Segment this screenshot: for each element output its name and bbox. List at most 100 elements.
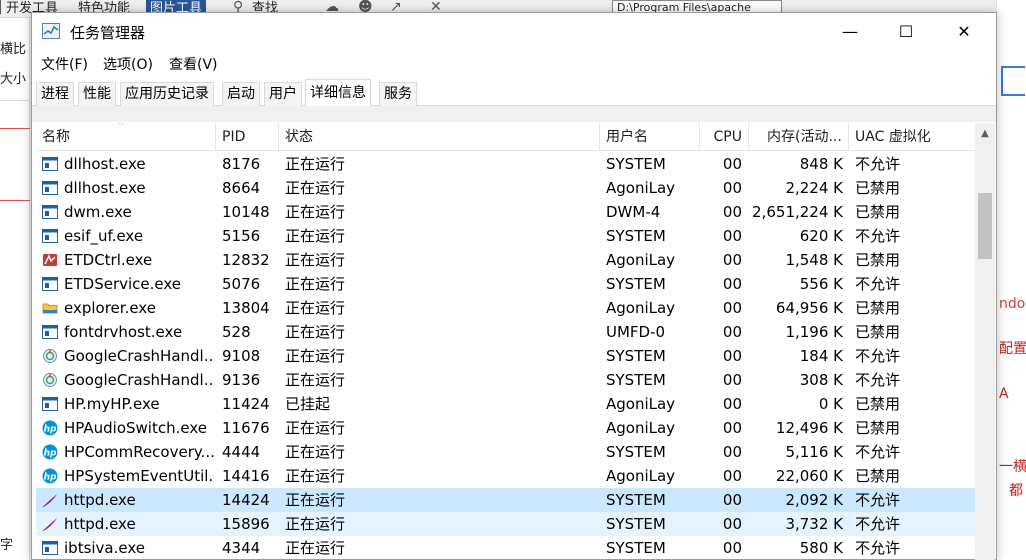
ribbon-separator: | — [0, 0, 3, 15]
hp-logo-icon: hp — [42, 420, 58, 436]
table-row[interactable]: GoogleCrashHandl... 9108 正在运行 SYSTEM 00 184 K… — [36, 344, 975, 368]
process-user: AgoniLay — [606, 419, 676, 437]
column-header-uac[interactable]: UAC 虚拟化 — [849, 123, 975, 151]
table-row[interactable]: httpd.exe 15896 正在运行 SYSTEM 00 3,732 K 不允许 — [36, 512, 975, 536]
tab-details[interactable]: 详细信息 — [305, 79, 371, 107]
process-memory: 0 K — [818, 395, 843, 413]
process-memory: 184 K — [799, 347, 843, 365]
minimize-button[interactable]: — — [827, 13, 873, 51]
vertical-scrollbar[interactable]: ▲ — [975, 123, 995, 560]
window-title: 任务管理器 — [70, 24, 146, 42]
bg-left-label-ratio: 横比 — [0, 42, 27, 57]
process-cpu: 00 — [722, 227, 742, 245]
column-header-cpu[interactable]: CPU — [700, 123, 749, 151]
table-row[interactable]: hp HPCommRecovery.... 4444 正在运行 SYSTEM 00 5,11… — [36, 440, 975, 464]
process-cpu: 00 — [722, 515, 742, 533]
table-row[interactable]: dwm.exe 10148 正在运行 DWM-4 00 2,651,224 K 已禁用 — [36, 200, 975, 224]
process-name: ETDCtrl.exe — [64, 251, 153, 269]
tab-processes[interactable]: 进程 — [36, 82, 74, 106]
column-header-name[interactable]: ⌃ 名称 — [36, 123, 216, 151]
table-row[interactable]: hp HPAudioSwitch.exe 11676 正在运行 AgoniLay 00 12… — [36, 416, 975, 440]
process-status: 正在运行 — [285, 419, 346, 437]
process-user: SYSTEM — [606, 227, 666, 245]
bg-button-outline[interactable] — [1001, 66, 1025, 96]
process-pid: 15896 — [222, 515, 270, 533]
tab-startup[interactable]: 启动 — [222, 82, 260, 106]
tab-app-history[interactable]: 应用历史记录 — [120, 82, 214, 106]
close-button[interactable]: ✕ — [941, 13, 987, 51]
tab-content-band — [32, 106, 996, 122]
process-uac: 已禁用 — [855, 395, 901, 413]
process-user: AgoniLay — [606, 467, 676, 485]
google-update-icon — [42, 348, 58, 364]
tab-strip: 进程 性能 应用历史记录 启动 用户 详细信息 服务 — [32, 79, 996, 107]
table-row[interactable]: ETDCtrl.exe 12832 正在运行 AgoniLay 00 1,548 K 已禁用 — [36, 248, 975, 272]
table-row[interactable]: fontdrvhost.exe 528 正在运行 UMFD-0 00 1,196 K 已禁用 — [36, 320, 975, 344]
table-row[interactable]: hp HPSystemEventUtil... 14416 正在运行 AgoniLay 0… — [36, 464, 975, 488]
title-bar[interactable]: 任务管理器 — ☐ ✕ — [32, 13, 996, 51]
table-row[interactable]: GoogleCrashHandl... 9136 正在运行 SYSTEM 00 308 K… — [36, 368, 975, 392]
maximize-button[interactable]: ☐ — [883, 13, 929, 51]
bg-right-label-all: 都 — [1009, 483, 1023, 499]
process-user: SYSTEM — [606, 443, 666, 461]
generic-app-icon — [42, 276, 58, 292]
process-name: HPCommRecovery.... — [64, 443, 214, 461]
column-header-memory[interactable]: 内存(活动... — [749, 123, 849, 151]
menu-options[interactable]: 选项(O) — [103, 54, 153, 74]
tab-performance[interactable]: 性能 — [78, 82, 116, 106]
column-header-status[interactable]: 状态 — [279, 123, 600, 151]
process-user: SYSTEM — [606, 275, 666, 293]
process-memory: 1,548 K — [785, 251, 843, 269]
table-header: ⌃ 名称 PID 状态 用户名 CPU 内存(活动... UAC 虚拟化 — [36, 123, 975, 151]
table-row[interactable]: explorer.exe 13804 正在运行 AgoniLay 00 64,956 K 已… — [36, 296, 975, 320]
column-header-user[interactable]: 用户名 — [600, 123, 700, 151]
table-row[interactable]: ibtsiva.exe 4344 正在运行 SYSTEM 00 580 K 不允许 — [36, 536, 975, 560]
table-row[interactable]: esif_uf.exe 5156 正在运行 SYSTEM 00 620 K 不允许 — [36, 224, 975, 248]
process-memory: 2,092 K — [785, 491, 843, 509]
column-header-pid[interactable]: PID — [216, 123, 279, 151]
table-row[interactable]: httpd.exe 14424 正在运行 SYSTEM 00 2,092 K 不允许 — [36, 488, 975, 512]
process-cpu: 00 — [722, 491, 742, 509]
process-pid: 8664 — [222, 179, 261, 197]
menu-file[interactable]: 文件(F) — [41, 54, 88, 74]
scrollbar-thumb[interactable] — [978, 193, 992, 259]
table-row[interactable]: dllhost.exe 8176 正在运行 SYSTEM 00 848 K 不允许 — [36, 152, 975, 176]
process-cpu: 00 — [722, 443, 742, 461]
process-user: UMFD-0 — [606, 323, 666, 341]
process-status: 正在运行 — [285, 179, 346, 197]
process-name: HPSystemEventUtil... — [64, 467, 214, 485]
table-row[interactable]: dllhost.exe 8664 正在运行 AgoniLay 00 2,224 K 已禁用 — [36, 176, 975, 200]
tab-services[interactable]: 服务 — [379, 82, 417, 106]
process-name: ibtsiva.exe — [64, 539, 145, 557]
bg-annotation-line — [0, 128, 30, 129]
process-name: httpd.exe — [64, 515, 136, 533]
scroll-up-arrow-icon[interactable]: ▲ — [975, 123, 995, 147]
task-manager-icon — [42, 23, 60, 39]
process-memory: 12,496 K — [775, 419, 843, 437]
process-user: AgoniLay — [606, 299, 676, 317]
process-cpu: 00 — [722, 395, 742, 413]
process-memory: 308 K — [799, 371, 843, 389]
process-uac: 不允许 — [855, 491, 901, 509]
menu-view[interactable]: 查看(V) — [169, 54, 218, 74]
process-status: 正在运行 — [285, 371, 346, 389]
process-user: SYSTEM — [606, 491, 666, 509]
process-pid: 4444 — [222, 443, 261, 461]
process-pid: 5076 — [222, 275, 261, 293]
process-pid: 528 — [222, 323, 251, 341]
process-status: 正在运行 — [285, 323, 346, 341]
process-memory: 620 K — [799, 227, 843, 245]
tab-users[interactable]: 用户 — [264, 82, 302, 106]
table-row[interactable]: HP.myHP.exe 11424 已挂起 AgoniLay 00 0 K 已禁用 — [36, 392, 975, 416]
background-right-panel: ndow 配置 A 一横 都 — [996, 0, 1026, 560]
process-status: 已挂起 — [285, 395, 331, 413]
svg-text:hp: hp — [44, 425, 57, 435]
process-pid: 14416 — [222, 467, 270, 485]
process-user: AgoniLay — [606, 251, 676, 269]
process-name: dllhost.exe — [64, 179, 146, 197]
process-status: 正在运行 — [285, 491, 346, 509]
table-row[interactable]: ETDService.exe 5076 正在运行 SYSTEM 00 556 K 不允许 — [36, 272, 975, 296]
process-name: httpd.exe — [64, 491, 136, 509]
generic-app-icon — [42, 180, 58, 196]
process-uac: 不允许 — [855, 515, 901, 533]
